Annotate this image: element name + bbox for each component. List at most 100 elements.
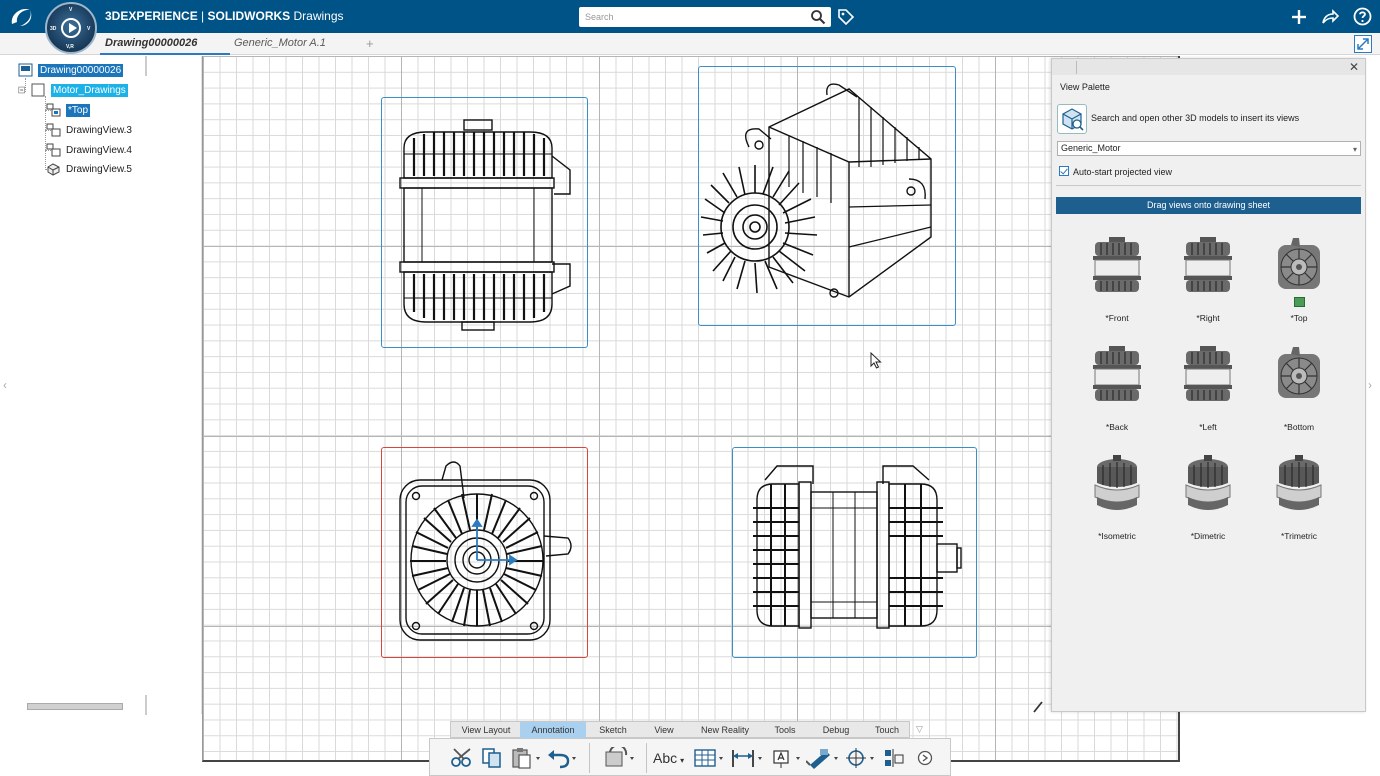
tree-splitter[interactable] bbox=[145, 695, 147, 715]
view-thumbnail-label: *Dimetric bbox=[1190, 531, 1226, 541]
drag-views-banner: Drag views onto drawing sheet bbox=[1056, 197, 1361, 214]
active-tab-indicator bbox=[100, 53, 230, 55]
tree-horizontal-scrollbar[interactable] bbox=[27, 703, 123, 710]
tab-debug[interactable]: Debug bbox=[811, 722, 861, 738]
palette-header: ✕ bbox=[1052, 59, 1365, 75]
drawing-view-right[interactable] bbox=[732, 447, 977, 658]
motor-right-drawing bbox=[753, 465, 962, 629]
view-thumbnail[interactable]: *Isometric bbox=[1077, 453, 1157, 553]
model-select[interactable]: Generic_Motor ▾ bbox=[1057, 141, 1361, 156]
chevron-down-icon[interactable]: ▽ bbox=[916, 724, 923, 735]
text-button-label: Abc bbox=[653, 750, 678, 766]
tab-sketch[interactable]: Sketch bbox=[589, 722, 637, 738]
help-icon[interactable] bbox=[1353, 7, 1372, 26]
tab-annotation[interactable]: Annotation bbox=[520, 722, 586, 738]
collapse-icon[interactable] bbox=[18, 83, 29, 97]
auto-start-checkbox[interactable] bbox=[1059, 166, 1069, 176]
motor-top-thumbnail-icon bbox=[1278, 347, 1320, 398]
resize-grip-icon[interactable] bbox=[1033, 700, 1043, 713]
tab-new-reality[interactable]: New Reality bbox=[691, 722, 759, 738]
tree-splitter[interactable] bbox=[145, 56, 147, 76]
palette-title: View Palette bbox=[1060, 82, 1110, 92]
palette-search-text: Search and open other 3D models to inser… bbox=[1091, 113, 1300, 123]
view-icon bbox=[46, 143, 61, 157]
sheet-icon bbox=[31, 83, 45, 97]
action-bar: Abc ▾ bbox=[429, 738, 951, 776]
view-thumbnail[interactable]: *Dimetric bbox=[1168, 453, 1248, 553]
view-thumbnail[interactable]: *Trimetric bbox=[1259, 453, 1339, 553]
tag-icon[interactable] bbox=[837, 8, 855, 26]
more-icon[interactable] bbox=[914, 747, 936, 769]
view-thumbnail[interactable]: *Right bbox=[1168, 235, 1248, 335]
open-model-icon[interactable] bbox=[1057, 104, 1087, 134]
annotation-icon[interactable] bbox=[770, 747, 804, 769]
drawing-view-top[interactable] bbox=[381, 447, 588, 658]
text-button[interactable]: Abc ▾ bbox=[653, 747, 691, 769]
view-icon bbox=[46, 103, 61, 117]
feature-tree: Drawing00000026 Motor_Drawings *Top Draw… bbox=[14, 56, 202, 714]
dimension-icon[interactable] bbox=[730, 747, 766, 769]
drawing-view-front[interactable] bbox=[381, 97, 588, 348]
motor-top-drawing bbox=[399, 461, 572, 641]
table-icon[interactable] bbox=[692, 747, 726, 769]
tree-item-view[interactable]: DrawingView.5 bbox=[46, 161, 132, 177]
balloon-align-icon[interactable] bbox=[882, 747, 908, 769]
chevron-down-icon: ▾ bbox=[680, 756, 685, 765]
ds-logo-icon[interactable] bbox=[8, 4, 38, 30]
motor-thumbnail-icon bbox=[1093, 237, 1141, 292]
toolbar-separator bbox=[589, 743, 590, 773]
search-icon[interactable] bbox=[810, 9, 826, 25]
title-separator: | bbox=[197, 9, 208, 23]
copy-icon[interactable] bbox=[480, 747, 504, 769]
tree-item-view[interactable]: *Top bbox=[46, 102, 91, 118]
tree-item-view[interactable]: DrawingView.4 bbox=[46, 142, 132, 158]
view-thumbnail-label: *Left bbox=[1199, 422, 1217, 432]
view-used-check-icon bbox=[1294, 297, 1305, 307]
close-icon[interactable]: ✕ bbox=[1349, 60, 1359, 74]
undo-icon[interactable] bbox=[546, 747, 580, 769]
fullscreen-icon[interactable] bbox=[1354, 35, 1372, 53]
motor-front-drawing bbox=[399, 119, 571, 331]
share-icon[interactable] bbox=[1321, 8, 1340, 26]
view-thumbnail-label: *Top bbox=[1290, 313, 1308, 323]
compass-top-label: V bbox=[69, 7, 73, 13]
tab-tools[interactable]: Tools bbox=[763, 722, 807, 738]
view-thumbnail[interactable]: *Bottom bbox=[1259, 344, 1339, 444]
search-input[interactable] bbox=[579, 7, 831, 27]
update-icon[interactable] bbox=[602, 744, 640, 769]
view-thumbnail-label: *Front bbox=[1105, 313, 1129, 323]
document-tab-bar: Drawing00000026 Generic_Motor A.1 + bbox=[0, 33, 1380, 55]
view-thumbnail-label: *Bottom bbox=[1283, 422, 1315, 432]
auto-start-label: Auto-start projected view bbox=[1073, 167, 1173, 177]
tree-item-label: *Top bbox=[66, 103, 91, 117]
add-icon[interactable] bbox=[1290, 8, 1308, 26]
tab-view-layout[interactable]: View Layout bbox=[455, 722, 517, 738]
tree-item-view[interactable]: DrawingView.3 bbox=[46, 122, 132, 138]
view-thumbnail[interactable]: *Front bbox=[1077, 235, 1157, 335]
chevron-right-icon[interactable]: › bbox=[1368, 378, 1372, 392]
drawing-view-isometric[interactable] bbox=[698, 66, 956, 326]
weld-symbol-icon[interactable] bbox=[805, 747, 842, 769]
tab-touch[interactable]: Touch bbox=[865, 722, 909, 738]
tree-item-folder[interactable]: Motor_Drawings bbox=[18, 82, 128, 98]
tree-item-root[interactable]: Drawing00000026 bbox=[18, 62, 124, 78]
paste-icon[interactable] bbox=[510, 747, 544, 769]
motor-iso-thumbnail-icon bbox=[1094, 455, 1140, 510]
tab-generic-motor[interactable]: Generic_Motor A.1 bbox=[234, 37, 326, 49]
drawing-icon bbox=[18, 63, 33, 77]
compass-icon[interactable]: V 3D V V,R bbox=[45, 2, 97, 54]
drawing-sheet[interactable] bbox=[202, 56, 1180, 762]
title-brand: 3DEXPERIENCE bbox=[105, 9, 198, 23]
view-thumbnail[interactable]: *Back bbox=[1077, 344, 1157, 444]
center-mark-icon[interactable] bbox=[844, 747, 878, 769]
view-thumbnail-label: *Trimetric bbox=[1280, 531, 1318, 541]
chevron-left-icon[interactable]: ‹ bbox=[3, 378, 7, 392]
add-tab-icon[interactable]: + bbox=[366, 36, 374, 51]
view-thumbnail[interactable]: *Left bbox=[1168, 344, 1248, 444]
tab-view[interactable]: View bbox=[641, 722, 687, 738]
motor-iso-thumbnail-icon bbox=[1276, 455, 1322, 510]
view-thumbnail[interactable]: *Top bbox=[1259, 235, 1339, 335]
tab-drawing[interactable]: Drawing00000026 bbox=[105, 37, 197, 49]
cut-icon[interactable] bbox=[450, 747, 476, 769]
app-window: 3DEXPERIENCE | SOLIDWORKS Drawings V 3D … bbox=[0, 0, 1380, 776]
